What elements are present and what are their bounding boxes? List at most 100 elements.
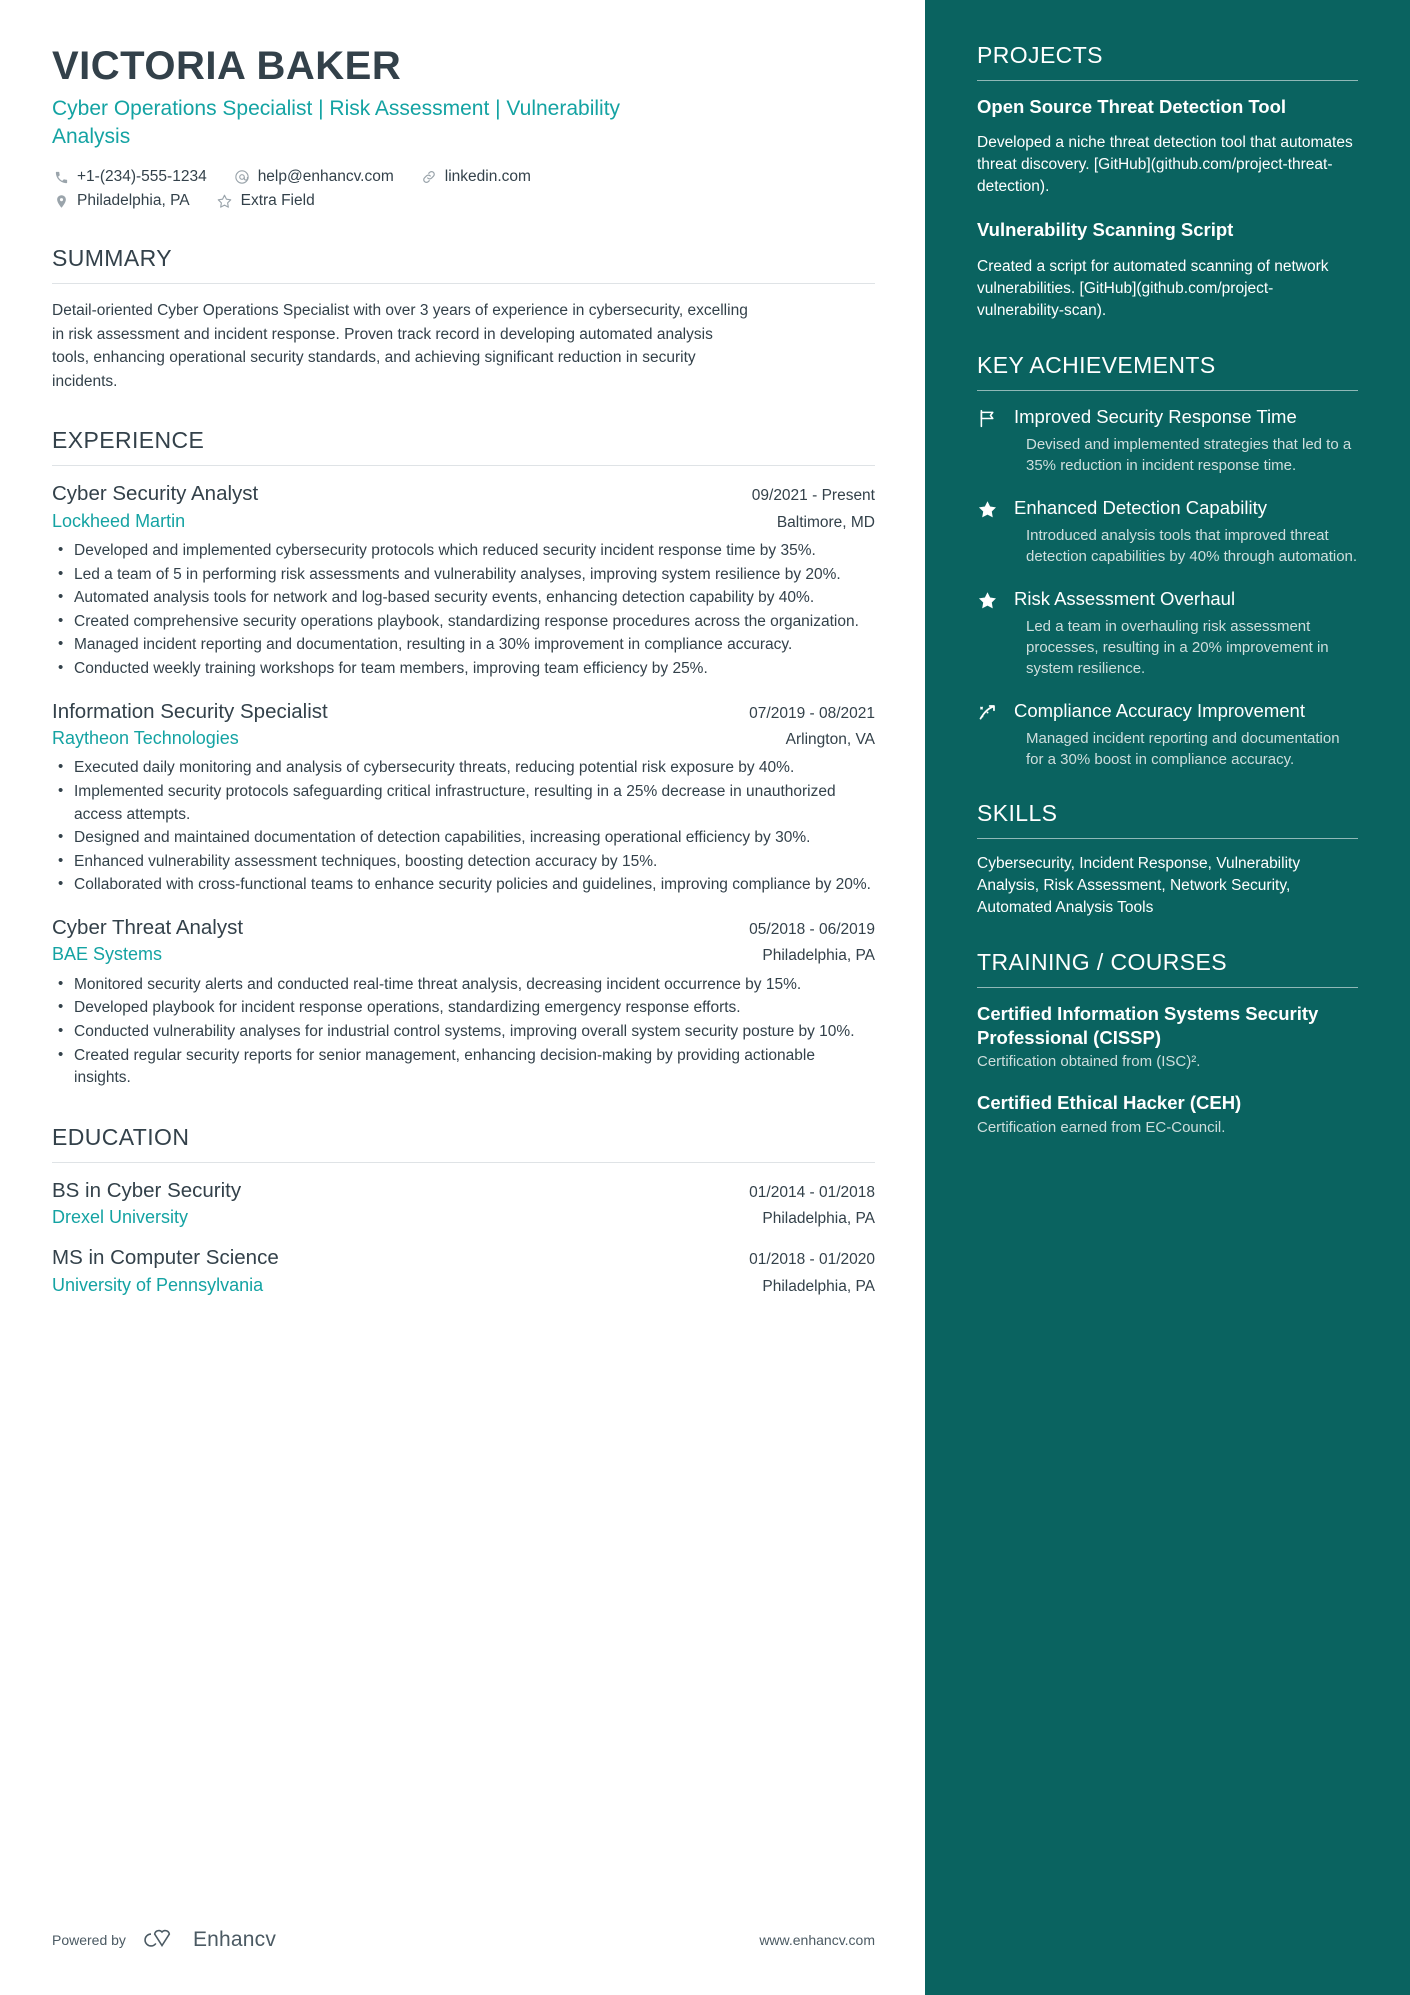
- education-location: Philadelphia, PA: [762, 1277, 875, 1295]
- bullet-item: Created comprehensive security operation…: [52, 610, 875, 634]
- powered-by-label: Powered by: [52, 1932, 126, 1948]
- section-title-summary: SUMMARY: [52, 245, 172, 272]
- flag-icon: [977, 405, 1001, 476]
- education-date: 01/2018 - 01/2020: [749, 1251, 875, 1269]
- achievement-title: Compliance Accuracy Improvement: [1014, 699, 1305, 721]
- education-degree: BS in Cyber Security: [52, 1178, 242, 1202]
- contact-location[interactable]: Philadelphia, PA: [52, 192, 190, 211]
- experience-role: Cyber Threat Analyst: [52, 916, 244, 940]
- experience-date: 07/2019 - 08/2021: [749, 704, 875, 722]
- experience-role-row: Cyber Threat Analyst 05/2018 - 06/2019: [52, 915, 875, 941]
- star-icon: [216, 193, 234, 211]
- divider: [52, 283, 875, 285]
- section-training-courses: TRAINING / COURSES Certified Information…: [977, 949, 1358, 1138]
- section-title-training-courses: TRAINING / COURSES: [977, 949, 1228, 976]
- project-name: Open Source Threat Detection Tool: [977, 96, 1287, 117]
- footer-branding: Powered by Enhancv: [52, 1927, 276, 1953]
- enhancv-logo: Enhancv: [140, 1927, 276, 1953]
- education-degree: MS in Computer Science: [52, 1246, 279, 1270]
- experience-entry: Cyber Threat Analyst 05/2018 - 06/2019 B…: [52, 915, 875, 1090]
- professional-headline: Cyber Operations Specialist | Risk Asses…: [52, 96, 621, 149]
- experience-location: Baltimore, MD: [776, 513, 875, 531]
- section-title-projects: PROJECTS: [977, 42, 1103, 68]
- section-title-experience: EXPERIENCE: [52, 427, 205, 454]
- achievement-body: Enhanced Detection Capability Introduced…: [1014, 496, 1358, 567]
- experience-location: Arlington, VA: [785, 730, 875, 748]
- achievement-item: Improved Security Response Time Devised …: [977, 405, 1358, 476]
- contact-extra-field[interactable]: Extra Field: [216, 192, 315, 211]
- project-name: Vulnerability Scanning Script: [977, 219, 1234, 241]
- section-skills: SKILLS Cybersecurity, Incident Response,…: [977, 800, 1358, 919]
- experience-company-row: Lockheed Martin Baltimore, MD: [52, 508, 875, 533]
- experience-location: Philadelphia, PA: [762, 947, 875, 965]
- achievement-title: Risk Assessment Overhaul: [1014, 587, 1236, 609]
- bullet-item: Automated analysis tools for network and…: [52, 586, 875, 610]
- contact-email-text: help@enhancv.com: [257, 167, 394, 185]
- email-icon: [233, 168, 251, 186]
- resume-page: VICTORIA BAKER Cyber Operations Speciali…: [0, 0, 1410, 1995]
- divider: [977, 80, 1358, 81]
- experience-company-row: BAE Systems Philadelphia, PA: [52, 941, 875, 966]
- divider: [52, 1161, 875, 1163]
- contact-phone[interactable]: +1-(234)-555-1234: [52, 168, 207, 187]
- experience-company: BAE Systems: [52, 944, 163, 965]
- experience-bullets: Developed and implemented cybersecurity …: [52, 539, 875, 681]
- section-experience: EXPERIENCE Cyber Security Analyst 09/202…: [52, 427, 875, 1090]
- enhancv-mark-icon: [144, 1929, 171, 1947]
- bullet-item: Managed incident reporting and documenta…: [52, 633, 875, 657]
- education-degree-row: BS in Cyber Security 01/2014 - 01/2018: [52, 1178, 875, 1204]
- achievement-item: Compliance Accuracy Improvement Managed …: [977, 699, 1358, 770]
- education-degree-row: MS in Computer Science 01/2018 - 01/2020: [52, 1245, 875, 1271]
- course-name: Certified Ethical Hacker (CEH): [977, 1091, 1242, 1113]
- divider: [52, 465, 875, 467]
- education-school: Drexel University: [52, 1207, 189, 1227]
- achievement-body: Risk Assessment Overhaul Led a team in o…: [1014, 587, 1358, 679]
- location-icon: [52, 193, 70, 211]
- course-name: Certified Information Systems Security P…: [977, 1003, 1319, 1048]
- section-title-education: EDUCATION: [52, 1123, 190, 1150]
- contact-row-primary: +1-(234)-555-1234 help@enhancv.com linke…: [52, 168, 875, 187]
- page-title: VICTORIA BAKER: [52, 44, 402, 88]
- achievement-description: Introduced analysis tools that improved …: [1026, 526, 1358, 565]
- trending-up-icon: [977, 699, 1001, 770]
- course-description: Certification earned from EC-Council.: [977, 1118, 1226, 1136]
- contact-location-text: Philadelphia, PA: [77, 192, 190, 210]
- section-education: EDUCATION BS in Cyber Security 01/2014 -…: [52, 1124, 875, 1297]
- experience-company-row: Raytheon Technologies Arlington, VA: [52, 725, 875, 750]
- divider: [977, 838, 1358, 840]
- contact-extra-field-text: Extra Field: [240, 192, 315, 210]
- section-summary: SUMMARY Detail-oriented Cyber Operations…: [52, 245, 875, 393]
- divider: [977, 389, 1358, 391]
- sidebar: PROJECTS Open Source Threat Detection To…: [925, 0, 1410, 1995]
- achievement-title: Improved Security Response Time: [1014, 405, 1297, 427]
- contact-linkedin[interactable]: linkedin.com: [420, 168, 531, 187]
- experience-entry: Cyber Security Analyst 09/2021 - Present…: [52, 481, 875, 680]
- achievement-item: Risk Assessment Overhaul Led a team in o…: [977, 587, 1358, 679]
- bullet-item: Developed and implemented cybersecurity …: [52, 539, 875, 563]
- project-item: Open Source Threat Detection Tool Develo…: [977, 95, 1358, 198]
- bullet-item: Developed playbook for incident response…: [52, 996, 875, 1020]
- course-item: Certified Information Systems Security P…: [977, 1002, 1358, 1073]
- experience-role: Information Security Specialist: [52, 699, 328, 723]
- bullet-item: Conducted weekly training workshops for …: [52, 657, 875, 681]
- education-school: University of Pennsylvania: [52, 1274, 264, 1295]
- bullet-item: Created regular security reports for sen…: [52, 1044, 875, 1090]
- education-school-row: University of Pennsylvania Philadelphia,…: [52, 1272, 875, 1297]
- experience-role: Cyber Security Analyst: [52, 482, 259, 506]
- experience-bullets: Executed daily monitoring and analysis o…: [52, 756, 875, 897]
- contact-email[interactable]: help@enhancv.com: [233, 168, 394, 187]
- contact-linkedin-text: linkedin.com: [444, 167, 531, 185]
- footer: Powered by Enhancv www.enhancv.com: [52, 1927, 875, 1953]
- project-description: Developed a niche threat detection tool …: [977, 134, 1353, 196]
- achievement-title: Enhanced Detection Capability: [1014, 496, 1267, 518]
- experience-date: 05/2018 - 06/2019: [749, 921, 875, 939]
- project-description: Created a script for automated scanning …: [977, 257, 1329, 319]
- bullet-item: Executed daily monitoring and analysis o…: [52, 756, 875, 780]
- footer-website[interactable]: www.enhancv.com: [759, 1932, 875, 1948]
- summary-text: Detail-oriented Cyber Operations Special…: [52, 302, 748, 390]
- contact-row-secondary: Philadelphia, PA Extra Field: [52, 192, 875, 211]
- section-projects: PROJECTS Open Source Threat Detection To…: [977, 42, 1358, 322]
- bullet-item: Enhanced vulnerability assessment techni…: [52, 850, 875, 874]
- education-location: Philadelphia, PA: [762, 1210, 875, 1227]
- phone-icon: [52, 168, 70, 186]
